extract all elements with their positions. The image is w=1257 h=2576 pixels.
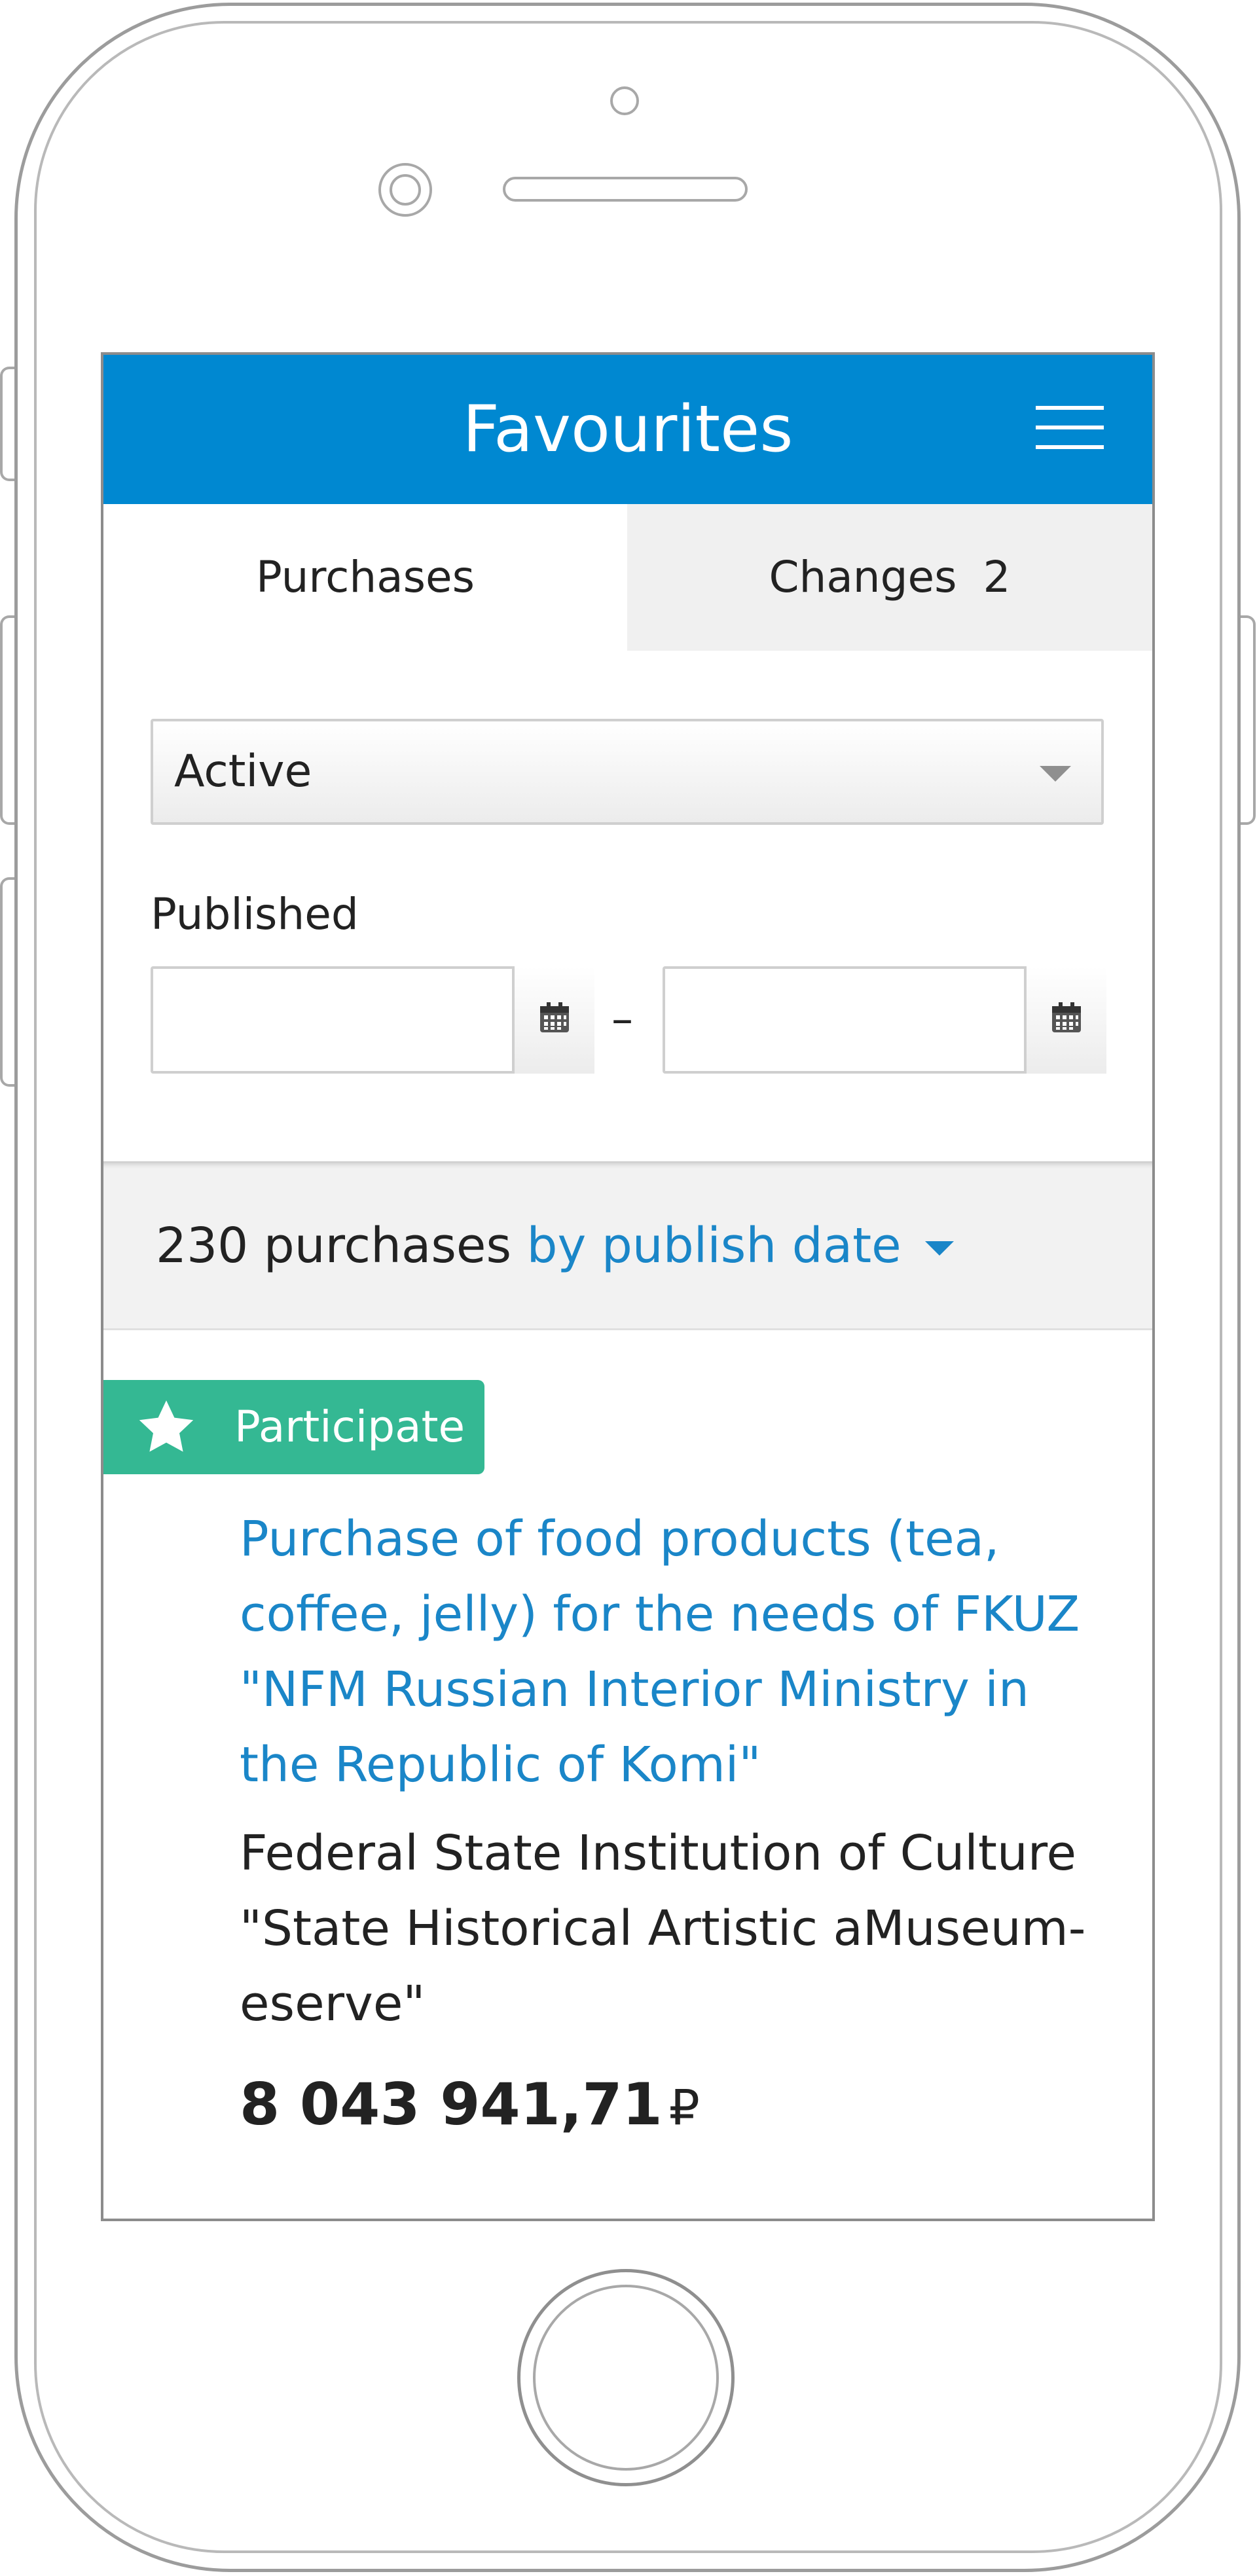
- tab-purchases[interactable]: Purchases: [103, 504, 627, 651]
- purchase-price: 8 043 941,71 ₽: [240, 2069, 700, 2144]
- chevron-down-icon: [924, 1241, 954, 1256]
- published-to-field: [663, 966, 1106, 1074]
- currency-symbol: ₽: [668, 2080, 700, 2136]
- tab-bar: Purchases Changes 2: [103, 504, 1152, 651]
- star-icon: [139, 1400, 194, 1452]
- power-button: [1239, 615, 1256, 825]
- calendar-icon[interactable]: [512, 966, 594, 1074]
- price-amount: 8 043 941,71: [240, 2071, 663, 2138]
- results-bar: 230 purchases by publish date: [103, 1161, 1152, 1330]
- tab-purchases-label: Purchases: [255, 552, 475, 602]
- published-from-field: [151, 966, 594, 1074]
- sort-dropdown[interactable]: by publish date: [527, 1218, 954, 1274]
- sort-label: by publish date: [526, 1218, 902, 1274]
- proximity-sensor: [378, 163, 432, 217]
- app-header: Favourites: [103, 355, 1152, 504]
- app-screen: Favourites Purchases Changes 2 Active Pub…: [101, 352, 1155, 2221]
- tab-changes[interactable]: Changes 2: [627, 504, 1152, 651]
- published-label: Published: [151, 889, 359, 939]
- earpiece-speaker: [503, 177, 748, 202]
- calendar-icon[interactable]: [1024, 966, 1106, 1074]
- hamburger-menu-icon[interactable]: [1036, 402, 1109, 454]
- status-select-value: Active: [174, 746, 312, 797]
- participate-badge[interactable]: Participate: [103, 1380, 484, 1474]
- organization-name: Federal State Institution of Culture "St…: [240, 1825, 1086, 2032]
- tab-changes-label: Changes: [769, 552, 957, 602]
- page-title: Favourites: [462, 392, 793, 467]
- status-select[interactable]: Active: [151, 719, 1104, 825]
- date-range-separator: –: [611, 994, 633, 1044]
- home-button: [517, 2269, 735, 2486]
- published-from-input[interactable]: [153, 969, 512, 1071]
- results-count: 230 purchases: [156, 1218, 512, 1274]
- purchase-title-link[interactable]: Purchase of food products (tea, coffee, …: [240, 1502, 1091, 1803]
- tab-changes-count: 2: [983, 552, 1011, 602]
- front-camera: [610, 86, 639, 115]
- chevron-down-icon: [1040, 766, 1071, 782]
- participate-label: Participate: [234, 1402, 465, 1452]
- published-to-input[interactable]: [665, 969, 1024, 1071]
